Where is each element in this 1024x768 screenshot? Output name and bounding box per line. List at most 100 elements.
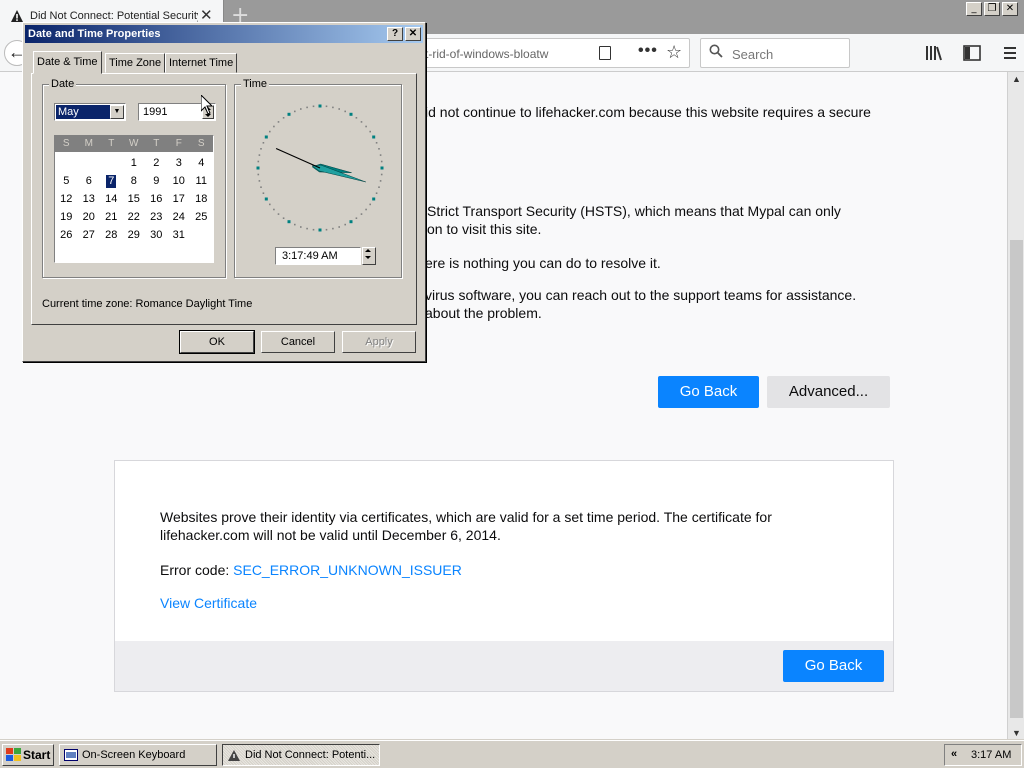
dialog-close-button[interactable]: ✕ <box>405 27 421 41</box>
clock-minute-mark <box>380 160 383 163</box>
resolution-text: ere is nothing you can do to resolve it. <box>425 255 661 271</box>
calendar-day[interactable]: 26 <box>55 226 78 244</box>
start-button[interactable]: Start <box>2 744 54 766</box>
calendar-day[interactable]: 13 <box>78 190 101 208</box>
spin-arrows-icon[interactable] <box>362 247 376 265</box>
month-dropdown[interactable]: May ▼ <box>54 103 126 121</box>
year-value: 1991 <box>143 106 168 118</box>
advanced-button[interactable]: Advanced... <box>767 376 890 408</box>
weekday-label: T <box>108 138 115 149</box>
tray-expand-icon[interactable]: « <box>951 748 957 760</box>
sidebar-icon[interactable] <box>962 44 982 62</box>
apply-button[interactable]: Apply <box>342 331 416 353</box>
calendar-weekday-header: SMTWTFS <box>55 136 213 152</box>
calendar-day[interactable]: 29 <box>123 226 146 244</box>
error-code-label: Error code: <box>160 562 234 578</box>
dialog-title-bar[interactable]: Date and Time Properties ? ✕ <box>25 25 423 43</box>
calendar-day[interactable]: 4 <box>190 154 213 172</box>
minimize-button[interactable]: _ <box>966 2 982 16</box>
calendar-day <box>190 226 213 244</box>
clock-minute-mark <box>369 130 371 133</box>
calendar-day[interactable]: 3 <box>168 154 191 172</box>
taskbar-item-on-screen-keyboard[interactable]: On-Screen Keyboard <box>59 744 217 766</box>
time-spinner[interactable]: 3:17:49 AM <box>275 247 376 265</box>
url-text: t-rid-of-windows-bloatw <box>425 47 549 61</box>
scroll-up-icon[interactable]: ▲ <box>1012 74 1021 84</box>
calendar-day[interactable]: 30 <box>145 226 168 244</box>
clock-minute-mark <box>365 125 367 128</box>
tab-time-zone[interactable]: Time Zone <box>105 53 166 73</box>
calendar-day[interactable]: 5 <box>55 172 78 190</box>
calendar-week-row: 12 13 14 15 16 17 18 <box>55 190 213 208</box>
calendar-day[interactable]: 25 <box>190 208 213 226</box>
search-placeholder: Search <box>732 47 774 62</box>
view-certificate-link[interactable]: View Certificate <box>160 595 257 611</box>
clock-minute-mark <box>277 213 280 215</box>
calendar-day[interactable]: 6 <box>78 172 101 190</box>
date-group: Date May ▼ 1991 SMTWTFS 1 2 3 4 5 6 7 8 9 10 11 12 1… <box>42 78 226 278</box>
calendar-day[interactable]: 1 <box>123 154 146 172</box>
help-button[interactable]: ? <box>387 27 403 41</box>
page-actions-icon[interactable]: ••• <box>638 42 658 60</box>
restore-button[interactable]: ❐ <box>984 2 1000 16</box>
hamburger-menu-icon[interactable] <box>1000 44 1020 62</box>
calendar-day[interactable]: 23 <box>145 208 168 226</box>
calendar-day[interactable]: 20 <box>78 208 101 226</box>
calendar-day[interactable]: 18 <box>190 190 213 208</box>
calendar-day[interactable]: 16 <box>145 190 168 208</box>
library-icon[interactable] <box>924 44 944 62</box>
reader-view-icon[interactable] <box>599 46 611 60</box>
selected-day[interactable]: 7 <box>106 174 117 188</box>
keyboard-icon <box>64 749 78 761</box>
clock-minute-mark <box>325 228 328 231</box>
calendar-day[interactable]: 31 <box>168 226 191 244</box>
calendar-day[interactable]: 14 <box>100 190 123 208</box>
close-window-button[interactable]: ✕ <box>1002 2 1018 16</box>
bookmark-star-icon[interactable]: ☆ <box>666 42 682 63</box>
calendar-day[interactable]: 22 <box>123 208 146 226</box>
clock-minute-mark <box>338 226 340 228</box>
calendar-day[interactable]: 8 <box>123 172 146 190</box>
search-bar[interactable]: Search <box>700 38 850 68</box>
calendar-day[interactable]: 9 <box>145 172 168 190</box>
calendar-day[interactable]: 12 <box>55 190 78 208</box>
calendar-day[interactable]: 10 <box>168 172 191 190</box>
cancel-button[interactable]: Cancel <box>261 331 335 353</box>
calendar-day[interactable]: 11 <box>190 172 213 190</box>
calendar-day[interactable]: 15 <box>123 190 146 208</box>
chevron-down-icon[interactable]: ▼ <box>110 105 124 119</box>
weekday-label: S <box>62 138 70 149</box>
start-label: Start <box>23 748 51 762</box>
calendar-day <box>100 154 123 172</box>
tray-clock[interactable]: 3:17 AM <box>971 749 1011 761</box>
calendar-grid[interactable]: SMTWTFS 1 2 3 4 5 6 7 8 9 10 11 12 13 14 15 16 17 18 19 20 2… <box>54 135 214 263</box>
calendar-day[interactable]: 19 <box>55 208 78 226</box>
calendar-day[interactable]: 21 <box>100 208 123 226</box>
tab-date-time[interactable]: Date & Time <box>33 51 102 74</box>
page-scrollbar[interactable]: ▲ ▼ <box>1007 72 1024 740</box>
clock-minute-mark <box>262 192 265 194</box>
calendar-day[interactable]: 28 <box>100 226 123 244</box>
clock-hour-mark <box>256 166 260 170</box>
calendar-day[interactable]: 17 <box>168 190 191 208</box>
clock-minute-mark <box>306 227 308 230</box>
tab-internet-time[interactable]: Internet Time <box>165 53 238 73</box>
calendar-day[interactable]: 27 <box>78 226 101 244</box>
error-code-link[interactable]: SEC_ERROR_UNKNOWN_ISSUER <box>233 562 462 578</box>
go-back-button[interactable]: Go Back <box>658 376 759 408</box>
calendar-week-row: 1234 <box>55 154 213 172</box>
calendar-day[interactable]: 2 <box>145 154 168 172</box>
scrollbar-thumb[interactable] <box>1010 240 1023 718</box>
taskbar-item-browser[interactable]: Did Not Connect: Potenti... <box>222 744 380 766</box>
clock-minute-mark <box>344 223 346 226</box>
calendar-day[interactable]: 24 <box>168 208 191 226</box>
clock-hour-mark <box>372 197 376 201</box>
ok-button[interactable]: OK <box>180 331 254 353</box>
weekday-label: T <box>153 138 160 149</box>
clock-minute-mark <box>355 217 358 219</box>
go-back-button-secondary[interactable]: Go Back <box>783 650 884 682</box>
clock-minute-mark <box>260 186 262 188</box>
scroll-down-icon[interactable]: ▼ <box>1012 728 1021 738</box>
certificate-explanation: Websites prove their identity via certif… <box>160 509 772 543</box>
calendar-day[interactable]: 7 <box>100 172 123 190</box>
